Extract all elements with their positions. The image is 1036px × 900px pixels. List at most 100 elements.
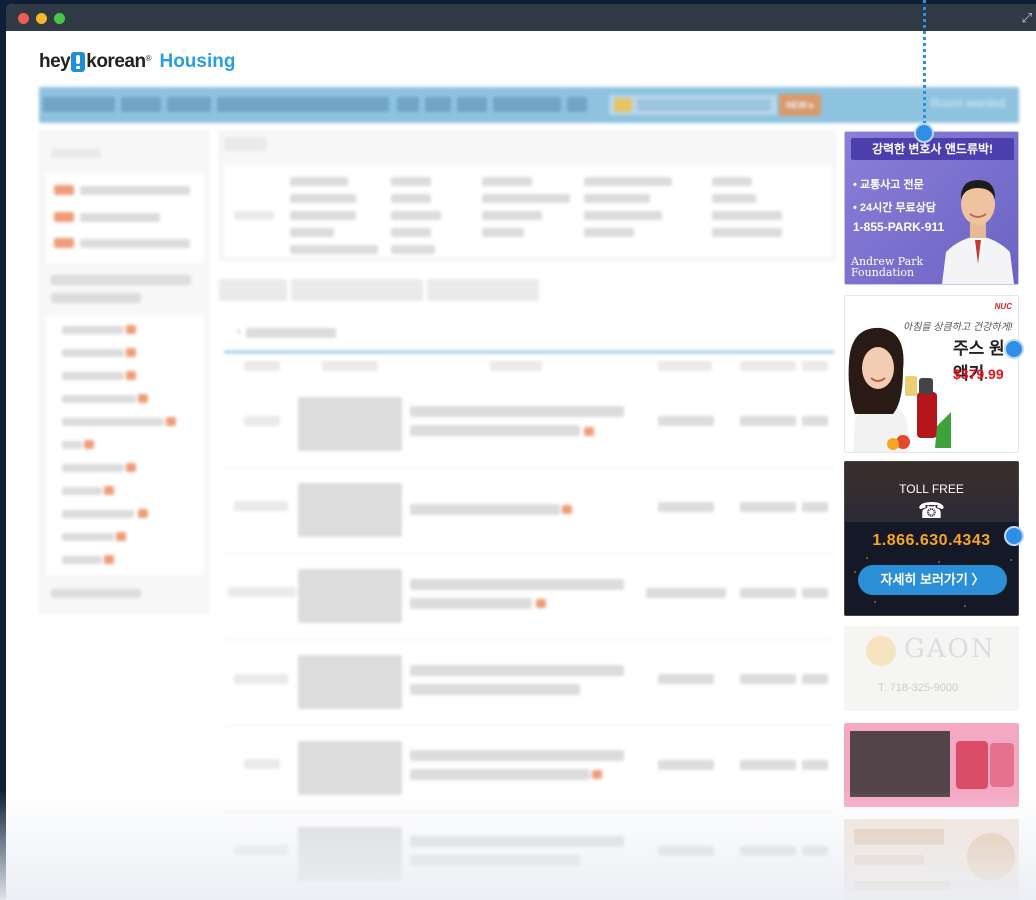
listing-thumbnail[interactable]	[298, 655, 402, 709]
lawyer-ad-foundation: Andrew Park Foundation	[851, 256, 923, 278]
column-header[interactable]	[740, 361, 796, 371]
nav-item[interactable]	[167, 97, 211, 112]
listing-thumbnail[interactable]	[298, 569, 402, 623]
sidebar-filter	[51, 293, 141, 303]
nav-item[interactable]	[121, 97, 161, 112]
column-header[interactable]	[802, 361, 828, 371]
lawyer-portrait	[942, 180, 1014, 284]
listing-thumbnail[interactable]	[298, 483, 402, 537]
sidebar-footer-link[interactable]	[51, 589, 141, 598]
nav-item[interactable]	[397, 97, 419, 112]
model-with-juicer-image	[848, 327, 951, 452]
category-link[interactable]	[62, 372, 124, 380]
count-badge	[84, 440, 94, 449]
callout-pin-toll-free-ad	[1004, 526, 1024, 546]
maximize-window-button[interactable]	[54, 13, 65, 24]
logo-housing: Housing	[159, 51, 236, 72]
site-logo[interactable]: hey korean ® Housing	[39, 51, 235, 73]
sidebar-filter	[51, 275, 191, 285]
breadcrumb-chevron-icon: ›	[237, 326, 241, 337]
column-header[interactable]	[658, 361, 712, 371]
sidebar-link[interactable]	[80, 239, 190, 248]
nav-item[interactable]	[493, 97, 561, 112]
listing-thumbnail[interactable]	[298, 397, 402, 451]
logo-hey: hey	[39, 51, 71, 72]
new-badge	[54, 238, 74, 248]
title-bar: ⤢	[6, 4, 1036, 31]
listing-thumbnail[interactable]	[298, 741, 402, 795]
callout-pin-juicer-ad	[1004, 339, 1024, 359]
page-content: hey korean ® Housing NEW ▸ Room wanted ›…	[6, 31, 1036, 900]
nav-item[interactable]	[425, 97, 451, 112]
room-wanted-link[interactable]: Room wanted	[931, 96, 1005, 110]
category-link[interactable]	[62, 418, 164, 426]
sidebar-heading	[51, 149, 101, 158]
nav-item[interactable]	[217, 97, 389, 112]
new-button[interactable]: NEW ▸	[779, 94, 821, 116]
category-link[interactable]	[62, 510, 134, 518]
callout-dotted-line	[923, 0, 926, 130]
see-details-button[interactable]: 자세히 보러가기 〉	[858, 565, 1007, 595]
category-link[interactable]	[62, 556, 102, 564]
nav-item[interactable]	[567, 97, 587, 112]
breadcrumb	[246, 328, 336, 338]
close-window-button[interactable]	[18, 13, 29, 24]
new-badge	[54, 212, 74, 222]
count-badge	[126, 325, 136, 334]
toll-free-number: 1.866.630.4343	[872, 532, 991, 549]
count-badge	[116, 532, 126, 541]
lawyer-ad[interactable]: 강력한 변호사 앤드류박! • 교통사고 전문 • 24시간 무료상담 1-85…	[844, 131, 1019, 285]
phone-icon: ☎	[917, 498, 946, 523]
lawyer-ad-headline: 강력한 변호사 앤드류박!	[851, 138, 1014, 160]
new-badge	[54, 185, 74, 195]
logo-registered: ®	[145, 53, 152, 63]
category-link[interactable]	[62, 441, 82, 449]
foundation-line-2: Foundation	[851, 266, 915, 279]
fullscreen-icon[interactable]: ⤢	[1022, 10, 1032, 26]
category-link[interactable]	[62, 464, 124, 472]
category-link[interactable]	[62, 326, 124, 334]
browser-window: ⤢ hey korean ® Housing NEW ▸ Room wanted…	[6, 4, 1036, 900]
nav-item[interactable]	[457, 97, 487, 112]
column-header[interactable]	[244, 361, 280, 371]
count-badge	[126, 463, 136, 472]
gaon-phone: T. 718-325-9000	[878, 682, 959, 694]
gaon-name: GAON	[904, 634, 996, 664]
sidebar-link[interactable]	[80, 213, 160, 222]
filter-tab[interactable]	[291, 279, 423, 301]
juicer-ad[interactable]: NUC 아침을 상큼하고 건강하게! 주스 원액기 $379.99	[844, 295, 1019, 453]
toll-free-ad[interactable]: TOLL FREE ☎ 1.866.630.4343 자세히 보러가기 〉	[844, 461, 1019, 616]
count-badge	[126, 371, 136, 380]
count-badge	[138, 509, 148, 518]
filter-tab[interactable]	[219, 279, 287, 301]
category-link[interactable]	[62, 395, 136, 403]
lawyer-ad-bullet-1: • 교통사고 전문	[853, 179, 924, 191]
column-header[interactable]	[322, 361, 378, 371]
category-link[interactable]	[62, 349, 124, 357]
toll-free-label: TOLL FREE	[899, 482, 964, 496]
nav-search[interactable]	[609, 95, 777, 115]
bottom-fade-overlay	[0, 790, 1036, 900]
minimize-window-button[interactable]	[36, 13, 47, 24]
exclamation-icon	[71, 52, 86, 72]
juicer-brand: NUC	[994, 302, 1012, 311]
category-link[interactable]	[62, 533, 114, 541]
gaon-ad[interactable]: GAON T. 718-325-9000	[844, 626, 1019, 711]
logo-korean: korean	[86, 51, 146, 72]
callout-pin-lawyer-ad	[914, 123, 934, 143]
count-badge	[104, 555, 114, 564]
gaon-logo-icon	[866, 636, 896, 666]
category-link[interactable]	[62, 487, 102, 495]
count-badge	[104, 486, 114, 495]
category-icon	[614, 98, 632, 112]
juicer-price: $379.99	[953, 366, 1004, 382]
search-input[interactable]	[637, 99, 771, 111]
sidebar-link[interactable]	[80, 186, 190, 195]
column-header[interactable]	[490, 361, 542, 371]
filter-tab[interactable]	[427, 279, 539, 301]
featured-label	[234, 211, 274, 220]
count-badge	[138, 394, 148, 403]
table-top-rule	[224, 351, 834, 353]
nav-item[interactable]	[43, 97, 115, 112]
count-badge	[166, 417, 176, 426]
